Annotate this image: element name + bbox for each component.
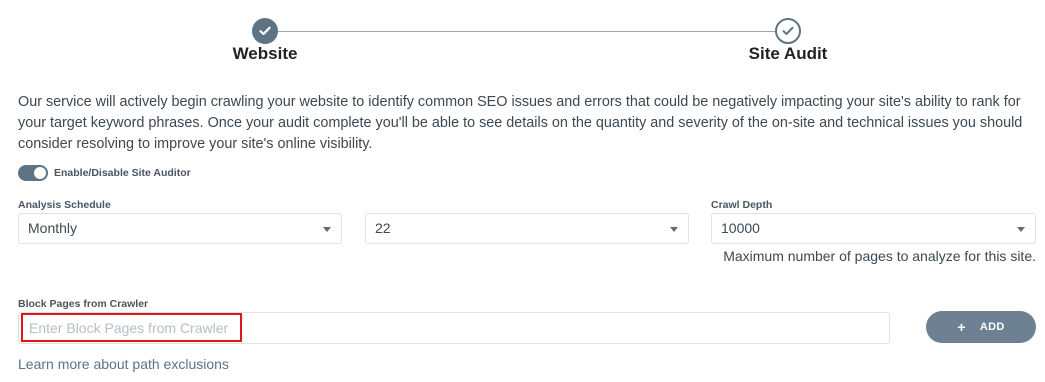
service-description: Our service will actively begin crawling… — [18, 94, 1023, 152]
analysis-schedule-label: Analysis Schedule — [18, 199, 111, 211]
chevron-down-icon — [1017, 227, 1025, 232]
block-pages-field — [18, 312, 890, 344]
chevron-down-icon — [323, 227, 331, 232]
progress-stepper: Website Site Audit — [0, 0, 1045, 80]
step-site-audit-check-icon — [775, 18, 801, 44]
step-website-check-icon — [252, 18, 278, 44]
add-button[interactable]: + ADD — [926, 311, 1036, 343]
crawl-depth-select[interactable]: 10000 — [711, 213, 1036, 244]
site-auditor-toggle-row: Enable/Disable Site Auditor — [18, 164, 191, 182]
crawl-depth-value: 10000 — [721, 220, 760, 236]
stepper-connector — [277, 31, 775, 32]
chevron-down-icon — [670, 227, 678, 232]
crawl-depth-hint: Maximum number of pages to analyze for t… — [723, 248, 1036, 264]
step-label-site-audit: Site Audit — [748, 44, 828, 63]
site-auditor-toggle[interactable] — [18, 165, 48, 181]
schedule-day-value: 22 — [375, 220, 391, 236]
schedule-frequency-select[interactable]: Monthly — [18, 213, 342, 244]
add-button-label: ADD — [979, 321, 1005, 333]
schedule-frequency-value: Monthly — [28, 220, 78, 236]
block-pages-label: Block Pages from Crawler — [18, 298, 149, 310]
site-auditor-toggle-label: Enable/Disable Site Auditor — [54, 167, 191, 179]
crawl-depth-label: Crawl Depth — [711, 199, 773, 211]
learn-more-link[interactable]: Learn more about path exclusions — [18, 356, 229, 372]
step-label-website: Website — [232, 44, 298, 63]
schedule-day-select[interactable]: 22 — [365, 213, 689, 244]
plus-icon: + — [957, 319, 966, 335]
toggle-knob — [34, 167, 46, 179]
block-pages-input[interactable] — [19, 313, 889, 343]
